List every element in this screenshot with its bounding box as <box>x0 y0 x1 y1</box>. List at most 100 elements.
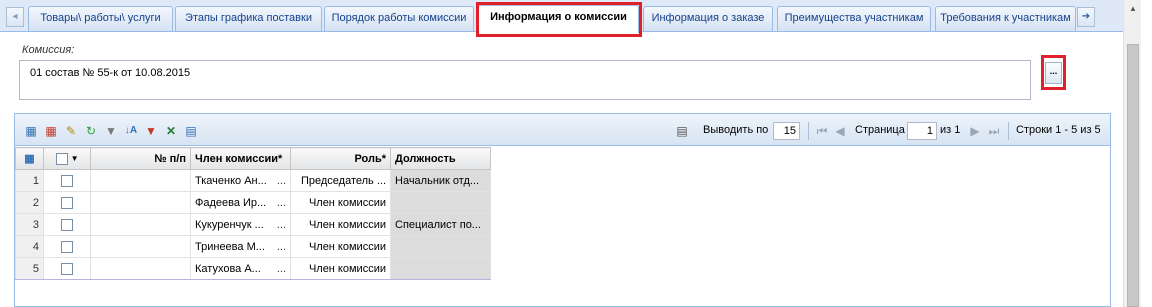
cell-member[interactable]: Кукуренчук ...... <box>190 213 291 236</box>
grid-toolbar: ▦ ▦ ✎ ↻ ▼ ↓A ▼ ✕ ▤ ▤ Выводить по 15 ⏮ ◀ … <box>15 114 1110 146</box>
table-row[interactable]: 1 Ткаченко Ан...... Председатель ... Нач… <box>15 169 491 192</box>
select-all-checkbox[interactable] <box>55 152 68 165</box>
grid-settings-icon[interactable]: ▦ <box>24 153 34 165</box>
row-checkbox[interactable] <box>61 218 73 231</box>
cell-member[interactable]: Фадеева Ир...... <box>190 191 291 214</box>
tab-order-info[interactable]: Информация о заказе <box>643 6 773 31</box>
commission-field[interactable]: 01 состав № 55-к от 10.08.2015 <box>19 60 1031 100</box>
cell-member[interactable]: Катухова А...... <box>190 257 291 280</box>
table-header: ▦ ▼ № п/п Член комиссии* Роль* Должность <box>15 147 491 170</box>
last-page-icon[interactable]: ⏭ <box>987 124 1001 138</box>
cell-position: Начальник отд... <box>390 169 491 192</box>
cell-position: Специалист по... <box>390 213 491 236</box>
member-picker-dots[interactable]: ... <box>277 219 286 231</box>
rows-info: Строки 1 - 5 из 5 <box>1016 124 1101 136</box>
tab-participant-advantages[interactable]: Преимущества участникам <box>777 6 931 31</box>
member-picker-dots[interactable]: ... <box>277 263 286 275</box>
chevron-down-icon[interactable]: ▼ <box>71 154 79 163</box>
clear-filter-icon[interactable]: ▼ <box>144 124 158 138</box>
page-size-label: Выводить по <box>703 124 769 136</box>
toolbar-separator <box>1008 122 1009 140</box>
cell-role[interactable]: Член комиссии <box>290 235 391 258</box>
commission-form: ◂ Товары\ работы\ услуги Этапы графика п… <box>0 0 1152 307</box>
row-number-header: ▦ <box>15 147 44 170</box>
row-number: 4 <box>15 235 44 258</box>
table-row[interactable]: 3 Кукуренчук ...... Член комиссии Специа… <box>15 213 491 236</box>
tab-scroll-right-icon[interactable]: ➔ <box>1077 7 1095 27</box>
row-number: 2 <box>15 191 44 214</box>
cell-member-text: Кукуренчук ... <box>195 218 264 231</box>
columns-icon[interactable]: ▤ <box>184 124 198 138</box>
column-header-position[interactable]: Должность <box>390 147 491 170</box>
delete-row-icon[interactable]: ▦ <box>44 124 58 138</box>
refresh-icon[interactable]: ↻ <box>84 124 98 138</box>
page-input[interactable]: 1 <box>907 122 937 140</box>
tab-strip: ◂ Товары\ работы\ услуги Этапы графика п… <box>0 0 1123 33</box>
tab-commission-procedure[interactable]: Порядок работы комиссии <box>324 6 474 31</box>
cell-number[interactable] <box>90 191 191 214</box>
row-number: 1 <box>15 169 44 192</box>
tab-participant-requirements[interactable]: Требования к участникам <box>935 6 1076 31</box>
cell-role[interactable]: Член комиссии <box>290 213 391 236</box>
page-label: Страница <box>855 124 905 136</box>
row-select[interactable] <box>43 169 91 192</box>
cell-role[interactable]: Член комиссии <box>290 191 391 214</box>
commission-label: Комиссия: <box>22 44 75 56</box>
cell-member[interactable]: Ткаченко Ан...... <box>190 169 291 192</box>
cell-number[interactable] <box>90 169 191 192</box>
page-of-label: из 1 <box>940 124 961 136</box>
table-row[interactable]: 4 Тринеева М...... Член комиссии <box>15 235 491 258</box>
scroll-up-icon[interactable]: ▲ <box>1126 2 1140 16</box>
row-select[interactable] <box>43 191 91 214</box>
tab-delivery-schedule[interactable]: Этапы графика поставки <box>175 6 322 31</box>
row-number: 5 <box>15 257 44 280</box>
cell-member-text: Фадеева Ир... <box>195 196 267 209</box>
column-header-role[interactable]: Роль* <box>290 147 391 170</box>
excel-export-icon[interactable]: ✕ <box>164 124 178 138</box>
tab-commission-info[interactable]: Информация о комиссии <box>478 5 639 33</box>
tab-scroll-left-icon[interactable]: ◂ <box>6 7 24 27</box>
member-picker-dots[interactable]: ... <box>277 241 286 253</box>
row-number: 3 <box>15 213 44 236</box>
members-table: ▦ ▼ № п/п Член комиссии* Роль* Должность… <box>15 147 491 280</box>
tab-goods-works-services[interactable]: Товары\ работы\ услуги <box>28 6 173 31</box>
next-page-icon[interactable]: ▶ <box>968 124 982 138</box>
table-row[interactable]: 2 Фадеева Ир...... Член комиссии <box>15 191 491 214</box>
row-select[interactable] <box>43 257 91 280</box>
cell-role[interactable]: Председатель ... <box>290 169 391 192</box>
filter-icon[interactable]: ▼ <box>104 124 118 138</box>
page-size-input[interactable]: 15 <box>773 122 800 140</box>
cell-number[interactable] <box>90 213 191 236</box>
edit-icon[interactable]: ✎ <box>64 124 78 138</box>
cell-position <box>390 257 491 280</box>
prev-page-icon[interactable]: ◀ <box>833 124 847 138</box>
cell-number[interactable] <box>90 235 191 258</box>
row-checkbox[interactable] <box>61 174 73 187</box>
row-checkbox[interactable] <box>61 196 73 209</box>
cell-member-text: Тринеева М... <box>195 240 265 253</box>
row-checkbox[interactable] <box>61 240 73 253</box>
table-row[interactable]: 5 Катухова А...... Член комиссии <box>15 257 491 280</box>
member-picker-dots[interactable]: ... <box>277 197 286 209</box>
toolbar-separator <box>808 122 809 140</box>
scrollbar-thumb[interactable] <box>1127 44 1139 307</box>
add-row-icon[interactable]: ▦ <box>24 124 38 138</box>
cell-member-text: Катухова А... <box>195 262 261 275</box>
vertical-scrollbar[interactable]: ▲ <box>1123 0 1141 307</box>
member-picker-dots[interactable]: ... <box>277 175 286 187</box>
cell-member-text: Ткаченко Ан... <box>195 174 267 187</box>
row-checkbox[interactable] <box>61 262 73 275</box>
cell-role[interactable]: Член комиссии <box>290 257 391 280</box>
cell-number[interactable] <box>90 257 191 280</box>
commission-browse-button[interactable]: ... <box>1045 62 1062 84</box>
row-select[interactable] <box>43 235 91 258</box>
first-page-icon[interactable]: ⏮ <box>815 124 829 138</box>
select-all-header[interactable]: ▼ <box>43 147 91 170</box>
cell-member[interactable]: Тринеева М...... <box>190 235 291 258</box>
sort-icon[interactable]: ↓A <box>124 124 138 138</box>
column-header-member[interactable]: Член комиссии* <box>190 147 291 170</box>
row-select[interactable] <box>43 213 91 236</box>
members-grid-panel: ▦ ▦ ✎ ↻ ▼ ↓A ▼ ✕ ▤ ▤ Выводить по 15 ⏮ ◀ … <box>14 113 1111 307</box>
cell-position <box>390 235 491 258</box>
column-header-number[interactable]: № п/п <box>90 147 191 170</box>
